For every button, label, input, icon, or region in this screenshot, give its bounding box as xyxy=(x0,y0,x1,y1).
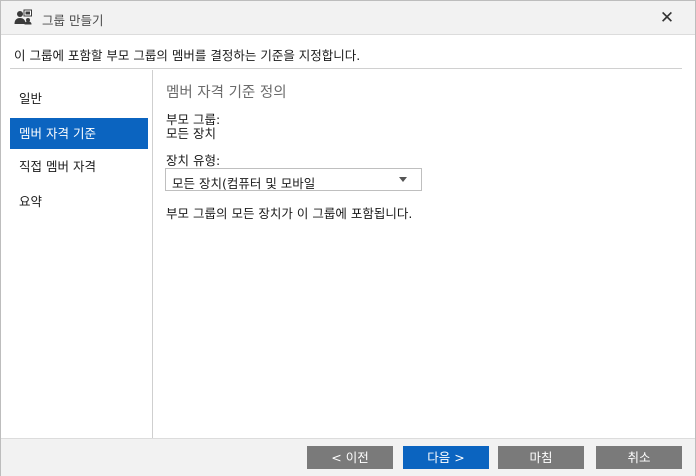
section-title: 멤버 자격 기준 정의 xyxy=(166,85,287,101)
close-icon: ✕ xyxy=(659,8,675,28)
nav-item-label: 요약 xyxy=(19,194,43,209)
membership-description: 부모 그룹의 모든 장치가 이 그룹에 포함됩니다. xyxy=(166,206,413,221)
nav-item-general[interactable]: 일반 xyxy=(10,83,148,114)
nav-item-label: 멤버 자격 기준 xyxy=(19,126,96,141)
footer-bar: < 이전 다음 > 마침 취소 xyxy=(1,438,695,476)
main-panel: 멤버 자격 기준 정의 부모 그룹: 모든 장치 장치 유형: 모든 장치(컴퓨… xyxy=(153,70,695,438)
previous-button[interactable]: < 이전 xyxy=(307,446,393,469)
cancel-button[interactable]: 취소 xyxy=(596,446,682,469)
finish-button[interactable]: 마침 xyxy=(498,446,584,469)
group-icon xyxy=(14,9,32,25)
wizard-navigation: 일반 멤버 자격 기준 직접 멤버 자격 요약 xyxy=(1,70,153,438)
nav-item-label: 일반 xyxy=(19,91,43,106)
nav-item-summary[interactable]: 요약 xyxy=(10,186,148,217)
instruction-text: 이 그룹에 포함할 부모 그룹의 멤버를 결정하는 기준을 지정합니다. xyxy=(14,48,361,63)
close-button[interactable]: ✕ xyxy=(655,6,679,30)
parent-group-value: 모든 장치 xyxy=(166,126,216,141)
device-type-dropdown[interactable]: 모든 장치(컴퓨터 및 모바일 xyxy=(165,168,422,191)
device-type-label: 장치 유형: xyxy=(166,153,221,168)
nav-item-direct-membership[interactable]: 직접 멤버 자격 xyxy=(10,151,148,182)
device-type-selected: 모든 장치(컴퓨터 및 모바일 xyxy=(172,176,316,191)
title-bar: 그룹 만들기 ✕ xyxy=(1,1,695,35)
create-group-dialog: 그룹 만들기 ✕ 이 그룹에 포함할 부모 그룹의 멤버를 결정하는 기준을 지… xyxy=(0,0,696,476)
nav-item-membership-criteria[interactable]: 멤버 자격 기준 xyxy=(10,118,148,149)
window-title: 그룹 만들기 xyxy=(42,13,104,28)
nav-item-label: 직접 멤버 자격 xyxy=(19,159,96,174)
next-button[interactable]: 다음 > xyxy=(403,446,489,469)
chevron-down-icon xyxy=(399,177,407,182)
header-divider xyxy=(10,68,682,69)
